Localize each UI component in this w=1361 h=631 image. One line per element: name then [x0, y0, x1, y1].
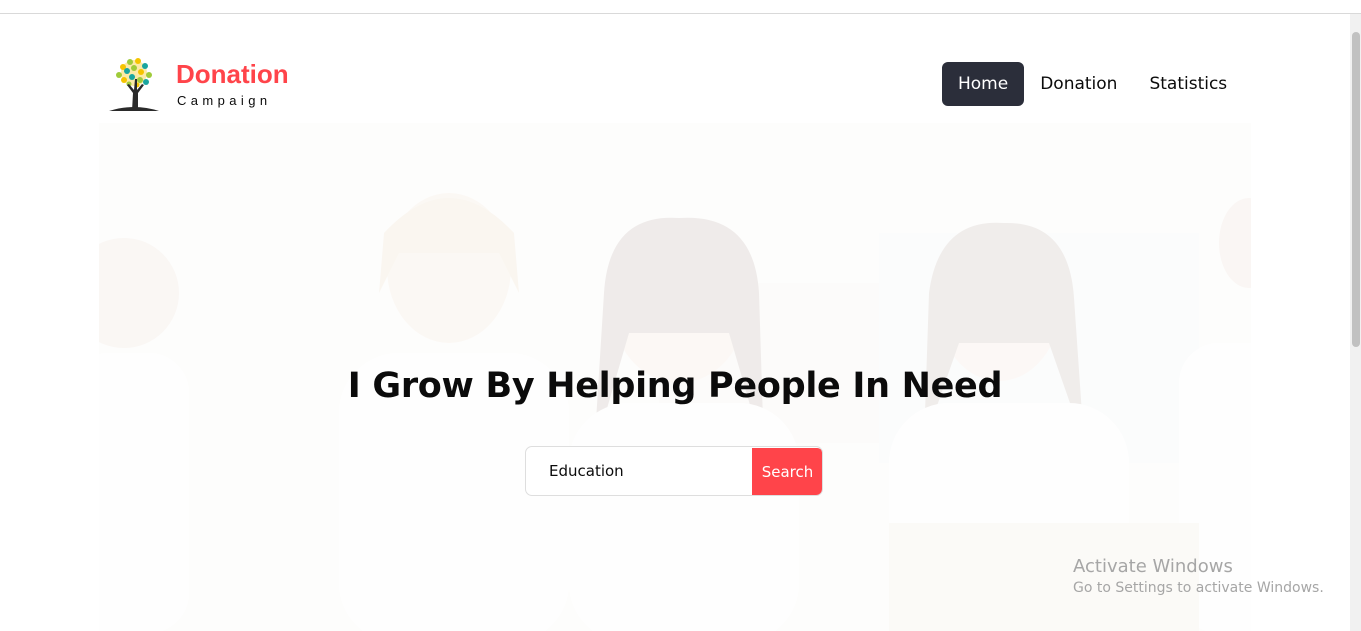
- activate-windows-title: Activate Windows: [1073, 556, 1233, 577]
- brand-subtitle: Campaign: [177, 93, 272, 108]
- tree-icon: [109, 58, 159, 111]
- nav-home[interactable]: Home: [942, 62, 1025, 106]
- nav-statistics[interactable]: Statistics: [1133, 62, 1243, 106]
- scrollbar-thumb[interactable]: [1352, 32, 1360, 347]
- activate-windows-watermark: Activate Windows Go to Settings to activ…: [1073, 556, 1324, 598]
- search-box: Search: [525, 446, 823, 496]
- search-button[interactable]: Search: [752, 448, 822, 495]
- page-scrollbar[interactable]: [1350, 14, 1361, 631]
- brand-logo[interactable]: Donation Campaign: [107, 55, 307, 115]
- browser-top-strip: [0, 0, 1361, 14]
- nav-donation[interactable]: Donation: [1024, 62, 1133, 106]
- hero-title: I Grow By Helping People In Need: [347, 366, 1003, 406]
- main-nav: Home Donation Statistics: [942, 62, 1243, 106]
- brand-title: Donation: [176, 59, 289, 89]
- search-input[interactable]: [526, 447, 752, 495]
- hero-banner: I Grow By Helping People In Need Search: [99, 123, 1251, 631]
- activate-windows-subtitle: Go to Settings to activate Windows.: [1073, 580, 1324, 596]
